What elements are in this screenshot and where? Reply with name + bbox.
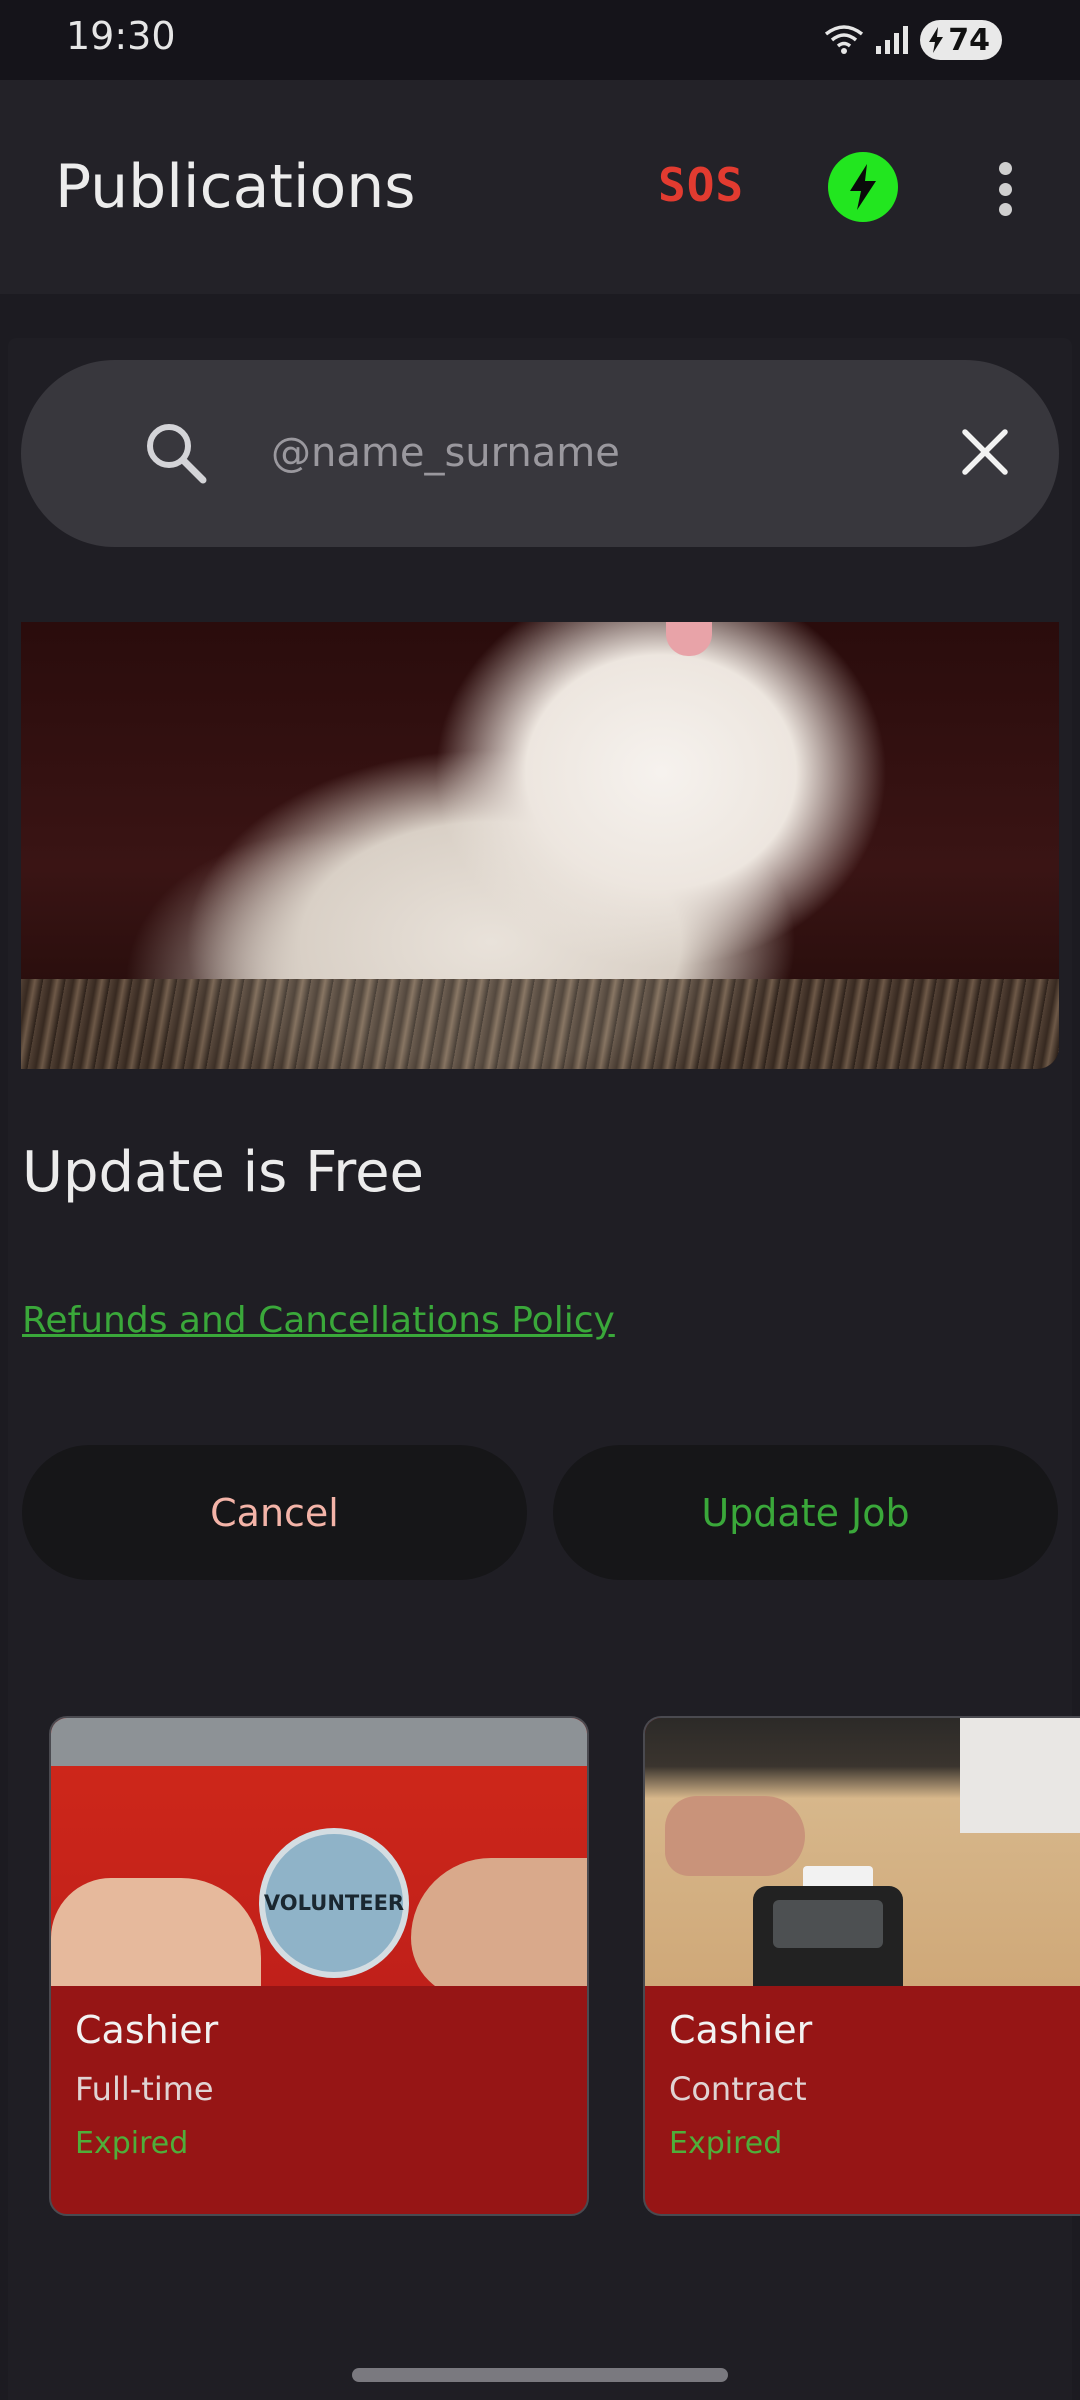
job-status: Expired <box>75 2126 189 2161</box>
app-bar: Publications SOS <box>0 80 1080 294</box>
signal-icon <box>876 26 909 54</box>
hand-shape <box>665 1796 805 1876</box>
battery-level: 74 <box>948 22 990 58</box>
hand-shape <box>411 1858 587 1986</box>
update-job-button[interactable]: Update Job <box>553 1445 1058 1580</box>
close-icon[interactable] <box>959 426 1011 478</box>
battery-indicator: 74 <box>920 20 1002 60</box>
fur-blanket <box>21 979 1059 1069</box>
job-card[interactable]: VOLUNTEER Cashier Full-time Expired <box>49 1716 589 2216</box>
job-card[interactable]: Cashier Contract Expired <box>643 1716 1080 2216</box>
job-card-body: Cashier Full-time Expired <box>75 2008 218 2161</box>
promo-title: Update is Free <box>22 1140 424 1205</box>
job-title: Cashier <box>75 2008 219 2052</box>
job-title: Cashier <box>669 2008 813 2052</box>
status-icons: 74 <box>824 18 1002 62</box>
hand-shape <box>51 1878 261 1986</box>
status-bar: 19:30 74 <box>0 0 1080 80</box>
box-shape <box>960 1718 1080 1833</box>
cancel-button[interactable]: Cancel <box>22 1445 527 1580</box>
lightning-bolt-icon <box>850 164 876 210</box>
job-card-body: Cashier Contract Expired <box>669 2008 812 2161</box>
job-type: Full-time <box>75 2070 214 2108</box>
job-type: Contract <box>669 2070 807 2108</box>
volunteer-badge: VOLUNTEER <box>259 1828 409 1978</box>
refund-policy-link[interactable]: Refunds and Cancellations Policy <box>22 1300 615 1341</box>
job-card-image: VOLUNTEER <box>51 1718 587 1986</box>
status-time: 19:30 <box>66 14 176 58</box>
cat-nose <box>666 622 712 656</box>
charging-bolt-icon <box>929 27 944 53</box>
more-options-icon[interactable] <box>990 154 1020 224</box>
home-indicator[interactable] <box>352 2368 728 2382</box>
promo-image <box>21 622 1059 1069</box>
search-icon <box>147 424 207 484</box>
wifi-icon <box>825 25 864 54</box>
job-card-image <box>645 1718 1080 1986</box>
page-title: Publications <box>55 152 416 222</box>
job-status: Expired <box>669 2126 783 2161</box>
search-input[interactable] <box>271 418 911 488</box>
boost-button[interactable] <box>828 152 898 222</box>
search-bar[interactable] <box>21 360 1059 547</box>
sos-button[interactable]: SOS <box>658 158 744 212</box>
payment-terminal <box>753 1886 903 1986</box>
terminal-screen <box>773 1900 883 1948</box>
